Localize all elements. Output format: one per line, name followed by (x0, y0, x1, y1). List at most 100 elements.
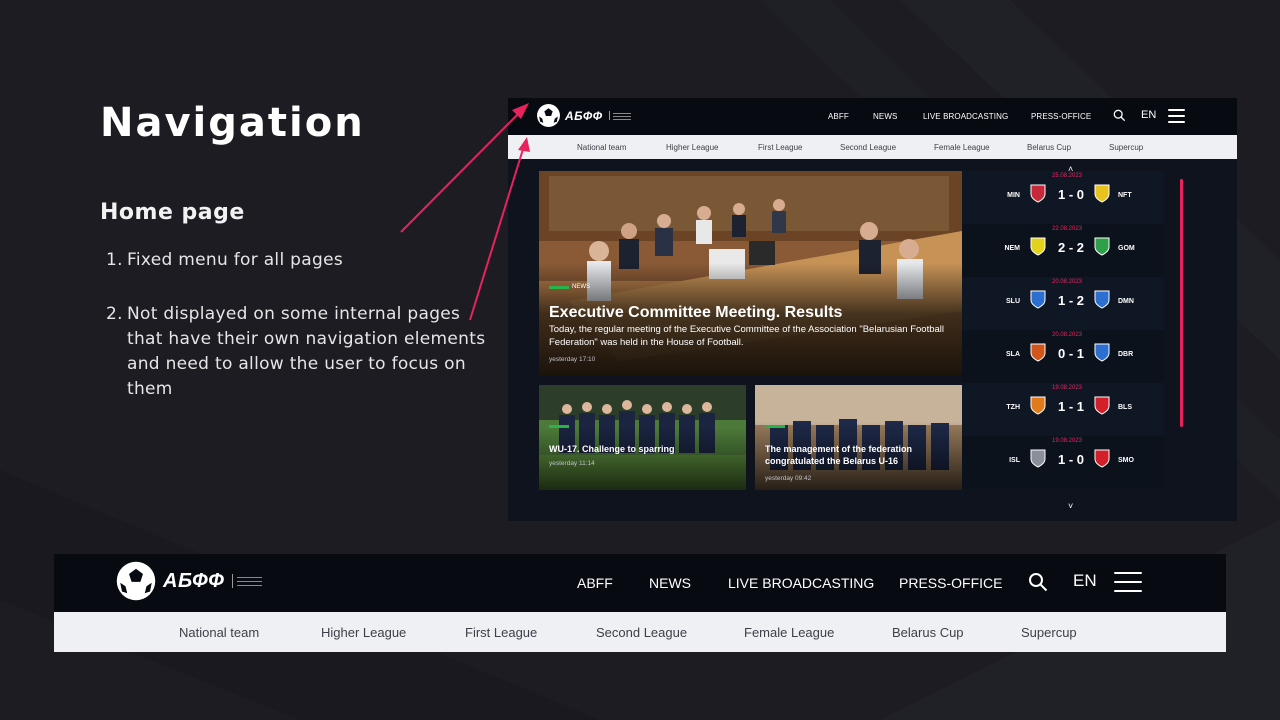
logo-subtext (232, 574, 263, 588)
subnav-supercup[interactable]: Supercup (1109, 143, 1143, 152)
navigation-bar-closeup: АБФФ ABFF NEWS LIVE BROADCASTING PRESS-O… (54, 554, 1226, 652)
search-icon[interactable] (1113, 109, 1126, 122)
nav-abff[interactable]: ABFF (828, 112, 849, 121)
home-team: ISL (1009, 457, 1020, 464)
subnav-female-league[interactable]: Female League (744, 625, 834, 640)
team-crest-icon (1094, 343, 1110, 362)
header-bar: АБФФ ABFF NEWS LIVE BROADCASTING PRESS-O… (54, 554, 1226, 612)
nav-live-broadcasting[interactable]: LIVE BROADCASTING (728, 575, 874, 591)
home-team: NEM (1004, 245, 1020, 252)
match-item[interactable]: 19.08.2023 ISL 1 - 0 SMO (962, 436, 1164, 489)
search-icon[interactable] (1028, 572, 1048, 592)
match-item[interactable]: 22.08.2023 NEM 2 - 2 GOM (962, 224, 1164, 277)
match-item[interactable]: 20.08.2023 SLA 0 - 1 DBR (962, 330, 1164, 383)
subnav-higher-league[interactable]: Higher League (321, 625, 406, 640)
subnav-national-team[interactable]: National team (179, 625, 259, 640)
hamburger-menu-icon[interactable] (1114, 572, 1142, 599)
team-crest-icon (1094, 184, 1110, 203)
language-switch[interactable]: EN (1073, 571, 1097, 591)
news-card-date: yesterday 09:42 (765, 475, 812, 482)
abff-ball-logo-icon (537, 104, 560, 127)
team-crest-icon (1030, 449, 1046, 468)
news-card-title[interactable]: WU-17. Challenge to sparring (549, 443, 739, 455)
home-team: MIN (1007, 192, 1020, 199)
away-team: NFT (1118, 192, 1132, 199)
note-text: Not displayed on some internal pages tha… (127, 304, 486, 399)
preview-header: АБФФ ABFF NEWS LIVE BROADCASTING PRESS-O… (508, 98, 1237, 135)
chevron-down-icon[interactable]: ˅ (1068, 501, 1073, 511)
away-team: GOM (1118, 245, 1135, 252)
match-score: 1 - 2 (1057, 293, 1084, 308)
subnav-female-league[interactable]: Female League (934, 143, 990, 152)
nav-abff[interactable]: ABFF (577, 575, 613, 591)
preview-logo[interactable]: АБФФ (536, 103, 631, 128)
news-card-title[interactable]: The management of the federation congrat… (765, 443, 955, 467)
team-photo (539, 385, 746, 490)
team-crest-icon (1094, 396, 1110, 415)
team-crest-icon (1030, 343, 1046, 362)
away-team: DMN (1118, 298, 1134, 305)
note-number: 1. (106, 250, 123, 270)
match-item[interactable]: 25.08.2023 MIN 1 - 0 NFT (962, 171, 1164, 224)
news-tag (549, 425, 569, 428)
team-crest-icon (1094, 290, 1110, 309)
language-switch[interactable]: EN (1141, 109, 1156, 121)
note-text: Fixed menu for all pages (127, 250, 343, 270)
match-date: 20.08.2023 (1051, 279, 1083, 285)
away-team: SMO (1118, 457, 1134, 464)
subnav-belarus-cup[interactable]: Belarus Cup (892, 625, 964, 640)
news-card[interactable]: The management of the federation congrat… (755, 385, 962, 490)
away-team: BLS (1118, 404, 1132, 411)
main-news-description: Today, the regular meeting of the Execut… (549, 324, 945, 348)
hamburger-menu-icon[interactable] (1168, 109, 1185, 127)
match-date: 19.08.2023 (1051, 385, 1083, 391)
nav-live-broadcasting[interactable]: LIVE BROADCASTING (923, 112, 1008, 121)
nav-news[interactable]: NEWS (649, 575, 691, 591)
news-tag-label: NEWS (572, 284, 590, 290)
subnav-national-team[interactable]: National team (577, 143, 626, 152)
match-date: 22.08.2023 (1051, 226, 1083, 232)
subnav-bar: National team Higher League First League… (54, 612, 1226, 652)
subnav-second-league[interactable]: Second League (840, 143, 896, 152)
main-news-card[interactable]: NEWS Executive Committee Meeting. Result… (539, 171, 962, 375)
news-tag: NEWS (549, 284, 590, 290)
subnav-belarus-cup[interactable]: Belarus Cup (1027, 143, 1071, 152)
main-news-title[interactable]: Executive Committee Meeting. Results (549, 304, 842, 322)
team-crest-icon (1030, 396, 1046, 415)
team-crest-icon (1030, 237, 1046, 256)
site-logo[interactable]: АБФФ (115, 560, 263, 602)
away-team: DBR (1118, 351, 1134, 358)
subnav-supercup[interactable]: Supercup (1021, 625, 1077, 640)
match-item[interactable]: 20.08.2023 SLU 1 - 2 DMN (962, 277, 1164, 330)
match-date: 20.08.2023 (1051, 332, 1083, 338)
logo-text: АБФФ (565, 108, 603, 123)
news-tag (765, 425, 785, 428)
match-date: 25.08.2023 (1051, 173, 1083, 179)
team-crest-icon (1030, 290, 1046, 309)
subnav-second-league[interactable]: Second League (596, 625, 687, 640)
match-item[interactable]: 19.08.2023 TZH 1 - 1 BLS (962, 383, 1164, 436)
slide-subtitle: Home page (100, 200, 245, 225)
subnav-first-league[interactable]: First League (758, 143, 802, 152)
match-date: 19.08.2023 (1051, 438, 1083, 444)
match-score: 1 - 0 (1057, 452, 1084, 467)
homepage-preview: АБФФ ABFF NEWS LIVE BROADCASTING PRESS-O… (508, 98, 1237, 521)
match-score: 2 - 2 (1057, 240, 1084, 255)
notes-list: 1. Fixed menu for all pages 2. Not displ… (106, 248, 486, 402)
subnav-first-league[interactable]: First League (465, 625, 537, 640)
news-card[interactable]: WU-17. Challenge to sparring yesterday 1… (539, 385, 746, 490)
team-crest-icon (1094, 237, 1110, 256)
match-score: 1 - 1 (1057, 399, 1084, 414)
subnav-higher-league[interactable]: Higher League (666, 143, 718, 152)
nav-press-office[interactable]: PRESS-OFFICE (1031, 112, 1091, 121)
scrollbar[interactable] (1180, 179, 1183, 427)
match-score: 0 - 1 (1057, 346, 1084, 361)
home-team: SLA (1006, 351, 1020, 358)
nav-news[interactable]: NEWS (873, 112, 897, 121)
home-team: TZH (1006, 404, 1020, 411)
note-number: 2. (106, 304, 123, 324)
logo-subtext (608, 111, 631, 120)
slide-title: Navigation (100, 100, 365, 146)
note-item: 2. Not displayed on some internal pages … (106, 302, 486, 402)
nav-press-office[interactable]: PRESS-OFFICE (899, 575, 1002, 591)
